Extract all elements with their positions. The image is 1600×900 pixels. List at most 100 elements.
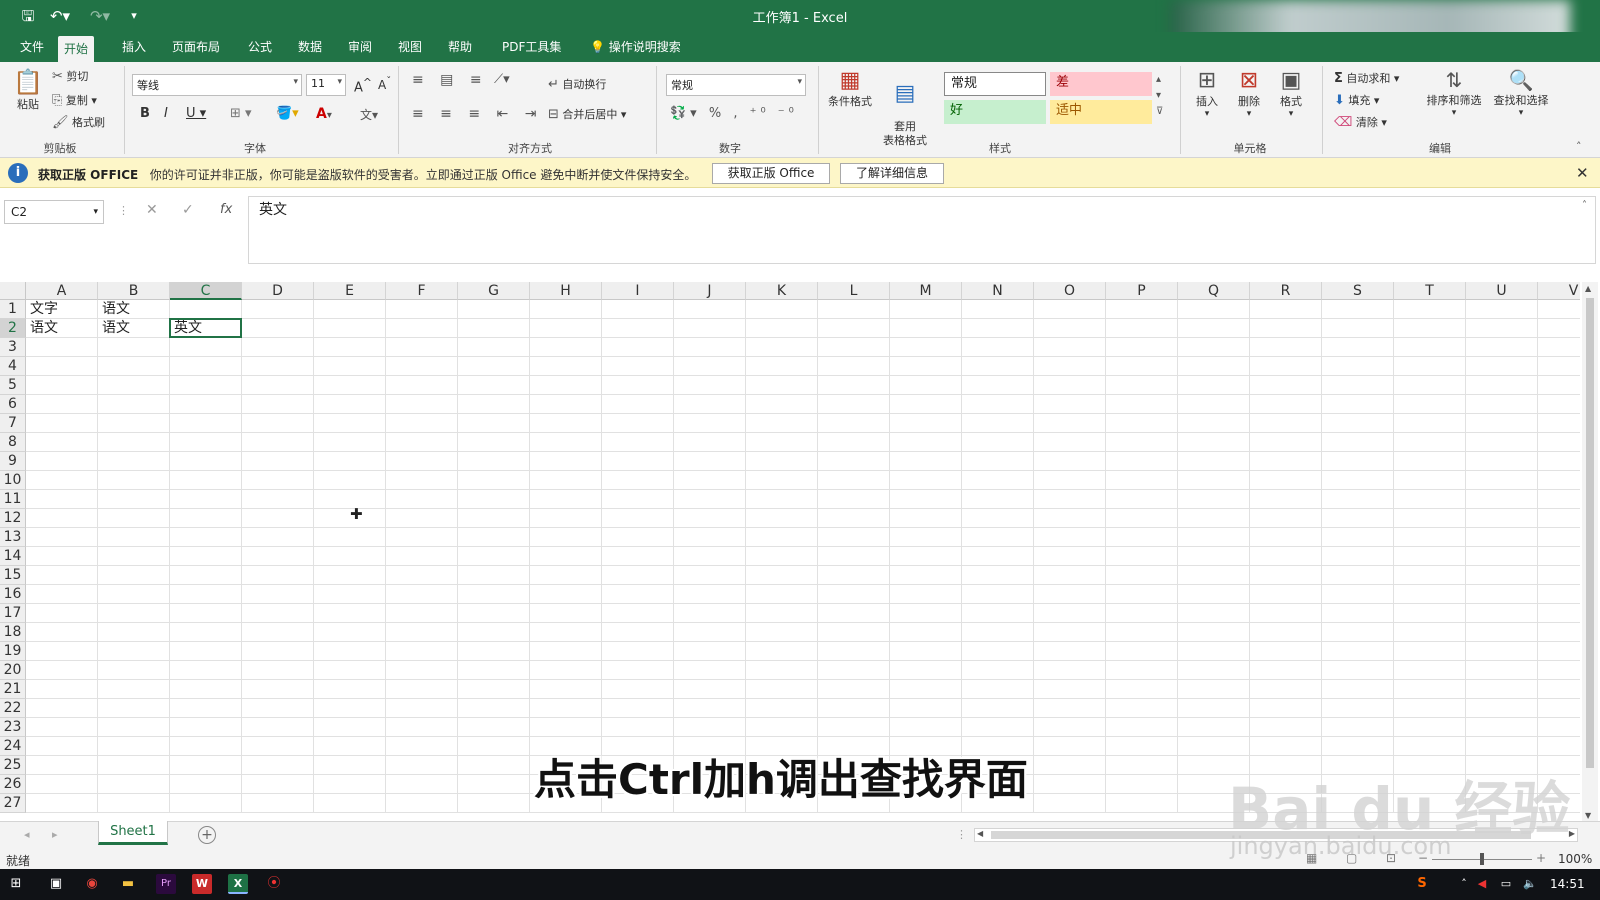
format-painter-button[interactable]: 🖌 格式刷 — [52, 114, 105, 130]
row-header-18[interactable]: 18 — [0, 623, 26, 642]
column-header-L[interactable]: L — [818, 282, 890, 300]
row-header-12[interactable]: 12 — [0, 509, 26, 528]
file-explorer-icon[interactable]: ▬ — [118, 874, 138, 894]
get-genuine-office-button[interactable]: 获取正版 Office — [712, 163, 830, 184]
row-header-26[interactable]: 26 — [0, 775, 26, 794]
row-header-9[interactable]: 9 — [0, 452, 26, 471]
column-header-F[interactable]: F — [386, 282, 458, 300]
conditional-format-button[interactable]: ▦ 条件格式 — [822, 68, 878, 109]
style-normal[interactable]: 常规 — [944, 72, 1046, 96]
delete-cells-button[interactable]: ⊠ 删除 ▾ — [1232, 68, 1266, 119]
network-icon[interactable]: ▭ — [1496, 874, 1516, 894]
chrome-icon[interactable]: ◉ — [82, 874, 102, 894]
row-header-16[interactable]: 16 — [0, 585, 26, 604]
row-header-27[interactable]: 27 — [0, 794, 26, 813]
row-header-13[interactable]: 13 — [0, 528, 26, 547]
row-header-15[interactable]: 15 — [0, 566, 26, 585]
scroll-up-icon[interactable]: ▲ — [1585, 284, 1591, 293]
fill-button[interactable]: ⬇ 填充 ▾ — [1334, 92, 1379, 108]
underline-button[interactable]: U ▾ — [186, 106, 206, 121]
tab-home[interactable]: 开始 — [58, 36, 95, 62]
font-name-select[interactable]: 等线 ▾ — [132, 74, 302, 96]
format-as-table-button[interactable]: ▤ 套用 表格格式 — [876, 68, 934, 162]
row-header-1[interactable]: 1 — [0, 300, 26, 319]
style-bad[interactable]: 差 — [1050, 72, 1152, 96]
number-format-icons[interactable]: 💱▾ % , ⁺⁰ ⁻⁰ — [670, 106, 798, 121]
close-icon[interactable]: ✕ — [1576, 164, 1589, 182]
column-header-V[interactable]: V — [1538, 282, 1580, 300]
tell-me-search[interactable]: 💡 操作说明搜索 — [584, 32, 687, 62]
cancel-icon[interactable]: ✕ — [146, 202, 158, 218]
row-header-20[interactable]: 20 — [0, 661, 26, 680]
font-size-select[interactable]: 11 ▾ — [306, 74, 346, 96]
font-color-icon[interactable]: A▾ — [316, 106, 332, 122]
format-cells-button[interactable]: ▣ 格式 ▾ — [1274, 68, 1308, 119]
sogou-icon[interactable]: S — [1412, 874, 1432, 894]
row-header-10[interactable]: 10 — [0, 471, 26, 490]
tab-file[interactable]: 文件 — [14, 32, 50, 62]
tab-data[interactable]: 数据 — [292, 32, 328, 62]
column-header-T[interactable]: T — [1394, 282, 1466, 300]
row-header-3[interactable]: 3 — [0, 338, 26, 357]
row-header-14[interactable]: 14 — [0, 547, 26, 566]
tab-page-layout[interactable]: 页面布局 — [166, 32, 226, 62]
row-header-24[interactable]: 24 — [0, 737, 26, 756]
column-header-J[interactable]: J — [674, 282, 746, 300]
merge-center-button[interactable]: ⊟ 合并后居中 ▾ — [548, 106, 626, 122]
row-header-4[interactable]: 4 — [0, 357, 26, 376]
insert-cells-button[interactable]: ⊞ 插入 ▾ — [1190, 68, 1224, 119]
volume-icon[interactable]: 🔈 — [1520, 874, 1540, 894]
column-header-C[interactable]: C — [170, 282, 242, 300]
premiere-icon[interactable]: Pr — [156, 874, 176, 894]
scroll-down-icon[interactable]: ▼ — [1585, 811, 1591, 820]
vertical-align-icons[interactable]: ≡ ▤ ≡ — [412, 72, 488, 88]
tray-expand-icon[interactable]: ˄ — [1454, 874, 1474, 894]
cell-B1[interactable]: 语文 — [98, 300, 170, 319]
column-header-D[interactable]: D — [242, 282, 314, 300]
column-header-U[interactable]: U — [1466, 282, 1538, 300]
horizontal-align-icons[interactable]: ≡ ≡ ≡ ⇤ ⇥ — [412, 106, 542, 122]
excel-taskbar-icon[interactable]: X — [228, 874, 248, 894]
add-sheet-icon[interactable]: + — [198, 826, 216, 844]
row-header-19[interactable]: 19 — [0, 642, 26, 661]
row-header-17[interactable]: 17 — [0, 604, 26, 623]
bold-button[interactable]: B — [140, 106, 150, 121]
row-header-21[interactable]: 21 — [0, 680, 26, 699]
row-header-22[interactable]: 22 — [0, 699, 26, 718]
row-header-25[interactable]: 25 — [0, 756, 26, 775]
italic-button[interactable]: I — [164, 106, 168, 121]
column-header-O[interactable]: O — [1034, 282, 1106, 300]
styles-scroll-icon[interactable]: ▴ ▾ ⊽ — [1156, 72, 1163, 120]
tab-insert[interactable]: 插入 — [116, 32, 152, 62]
column-header-K[interactable]: K — [746, 282, 818, 300]
row-header-23[interactable]: 23 — [0, 718, 26, 737]
row-header-7[interactable]: 7 — [0, 414, 26, 433]
grow-font-icon[interactable]: A^ — [354, 76, 372, 95]
column-header-R[interactable]: R — [1250, 282, 1322, 300]
column-header-N[interactable]: N — [962, 282, 1034, 300]
insert-function-icon[interactable]: fx — [220, 202, 232, 217]
zoom-slider-thumb[interactable] — [1480, 853, 1484, 865]
tab-review[interactable]: 审阅 — [342, 32, 378, 62]
fill-color-icon[interactable]: 🪣▾ — [276, 106, 299, 121]
column-header-I[interactable]: I — [602, 282, 674, 300]
style-good[interactable]: 好 — [944, 100, 1046, 124]
wrap-text-button[interactable]: ↵ 自动换行 — [548, 76, 606, 92]
shrink-font-icon[interactable]: Aˇ — [378, 76, 391, 92]
formula-input[interactable]: 英文 — [248, 196, 1596, 264]
scroll-thumb[interactable] — [1586, 298, 1594, 768]
column-header-Q[interactable]: Q — [1178, 282, 1250, 300]
zoom-level[interactable]: 100% — [1558, 852, 1592, 866]
orientation-icon[interactable]: ⟋▾ — [494, 72, 510, 87]
cell-A1[interactable]: 文字 — [26, 300, 98, 319]
collapse-ribbon-icon[interactable]: ˄ — [1576, 140, 1582, 153]
tab-formulas[interactable]: 公式 — [242, 32, 278, 62]
phonetic-icon[interactable]: 文▾ — [360, 106, 378, 123]
column-header-H[interactable]: H — [530, 282, 602, 300]
column-header-S[interactable]: S — [1322, 282, 1394, 300]
column-header-G[interactable]: G — [458, 282, 530, 300]
row-header-8[interactable]: 8 — [0, 433, 26, 452]
record-icon[interactable]: ⦿ — [264, 874, 284, 894]
tab-help[interactable]: 帮助 — [442, 32, 478, 62]
column-header-B[interactable]: B — [98, 282, 170, 300]
